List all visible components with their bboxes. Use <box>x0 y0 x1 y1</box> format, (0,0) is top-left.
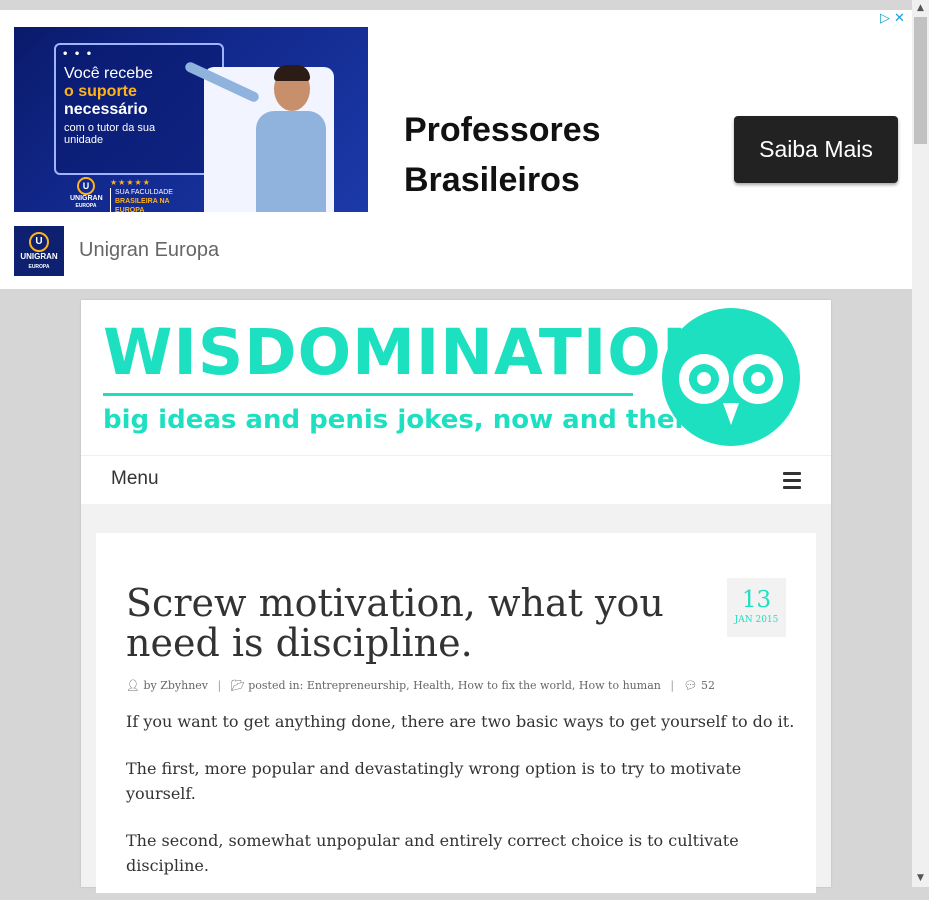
ad-headline-line-2: Brasileiros <box>404 161 580 199</box>
scroll-down-arrow-icon[interactable]: ▼ <box>912 870 929 887</box>
meta-separator: | <box>217 679 222 692</box>
meta-separator: | <box>670 679 675 692</box>
post-date-month: JAN 2015 <box>734 615 779 625</box>
ad-cta-button[interactable]: Saiba Mais <box>734 116 898 183</box>
posted-in-label: posted in: <box>248 679 304 692</box>
ad-image-line-1: Você recebe <box>64 65 153 82</box>
folder-icon: 📂︎ <box>230 679 245 692</box>
ad-image-line-2: o suporte <box>64 83 137 100</box>
ad-image-logo: U UNIGRAN EUROPA <box>70 177 103 211</box>
post-body: If you want to get anything done, there … <box>126 709 796 900</box>
ad-stars: ★★★★★ <box>110 178 151 187</box>
comments-count-link[interactable]: 52 <box>701 679 715 692</box>
author-prefix: by <box>143 679 157 692</box>
site-header: WISDOMINATION big ideas and penis jokes,… <box>81 300 831 455</box>
site-logo-title[interactable]: WISDOMINATION <box>103 320 716 386</box>
main-nav[interactable]: Menu <box>81 455 831 504</box>
vertical-scrollbar[interactable]: ▲ ▼ <box>912 0 929 887</box>
ad-advertiser-logo[interactable]: U UNIGRAN EUROPA <box>14 226 64 276</box>
top-strip <box>0 0 912 10</box>
ad-image-line-3: necessário <box>64 101 148 118</box>
category-link[interactable]: How to fix the world <box>458 679 572 692</box>
post-paragraph: The first, more popular and devastatingl… <box>126 759 742 803</box>
site-container: WISDOMINATION big ideas and penis jokes,… <box>81 300 831 893</box>
owl-logo-icon[interactable] <box>661 307 801 447</box>
ad-headline[interactable]: Professores Brasileiros <box>404 105 601 205</box>
category-link[interactable]: Entrepreneurship <box>307 679 406 692</box>
ad-image-line-4: com o tutor da sua unidade <box>64 122 156 146</box>
menu-label[interactable]: Menu <box>111 468 159 490</box>
post-paragraph: The second, somewhat unpopular and entir… <box>126 831 739 875</box>
ad-person-photo <box>246 65 336 212</box>
post-title[interactable]: Screw motivation, what you need is disci… <box>126 583 686 663</box>
ad-image-tagline: SUA FACULDADE BRASILEIRA NA EUROPA <box>110 188 195 212</box>
logo-underline <box>103 393 633 396</box>
adchoices-close-icon[interactable]: ▷✕ <box>880 11 909 26</box>
ad-advertiser-name[interactable]: Unigran Europa <box>79 239 219 262</box>
hamburger-menu-icon[interactable] <box>783 472 801 489</box>
post-date-day: 13 <box>741 587 772 613</box>
ad-image[interactable]: • • • Você recebe o suporte necessário c… <box>14 27 368 212</box>
site-tagline: big ideas and penis jokes, now and then <box>103 405 693 435</box>
post-date-badge: 13 JAN 2015 <box>727 578 786 637</box>
scroll-up-arrow-icon[interactable]: ▲ <box>912 0 929 17</box>
advertisement-banner[interactable]: • • • Você recebe o suporte necessário c… <box>0 10 912 289</box>
post-meta: 👤︎ by Zbyhnev | 📂︎ posted in: Entreprene… <box>126 679 716 692</box>
ad-headline-line-1: Professores <box>404 111 601 149</box>
post-article: Screw motivation, what you need is disci… <box>96 533 816 893</box>
user-icon: 👤︎ <box>126 679 140 692</box>
post-paragraph: If you want to get anything done, there … <box>126 712 795 731</box>
category-link[interactable]: How to human <box>579 679 661 692</box>
scroll-thumb[interactable] <box>914 17 927 144</box>
comments-icon: 💬︎ <box>683 679 698 692</box>
category-link[interactable]: Health <box>413 679 451 692</box>
author-link[interactable]: Zbyhnev <box>160 679 208 692</box>
